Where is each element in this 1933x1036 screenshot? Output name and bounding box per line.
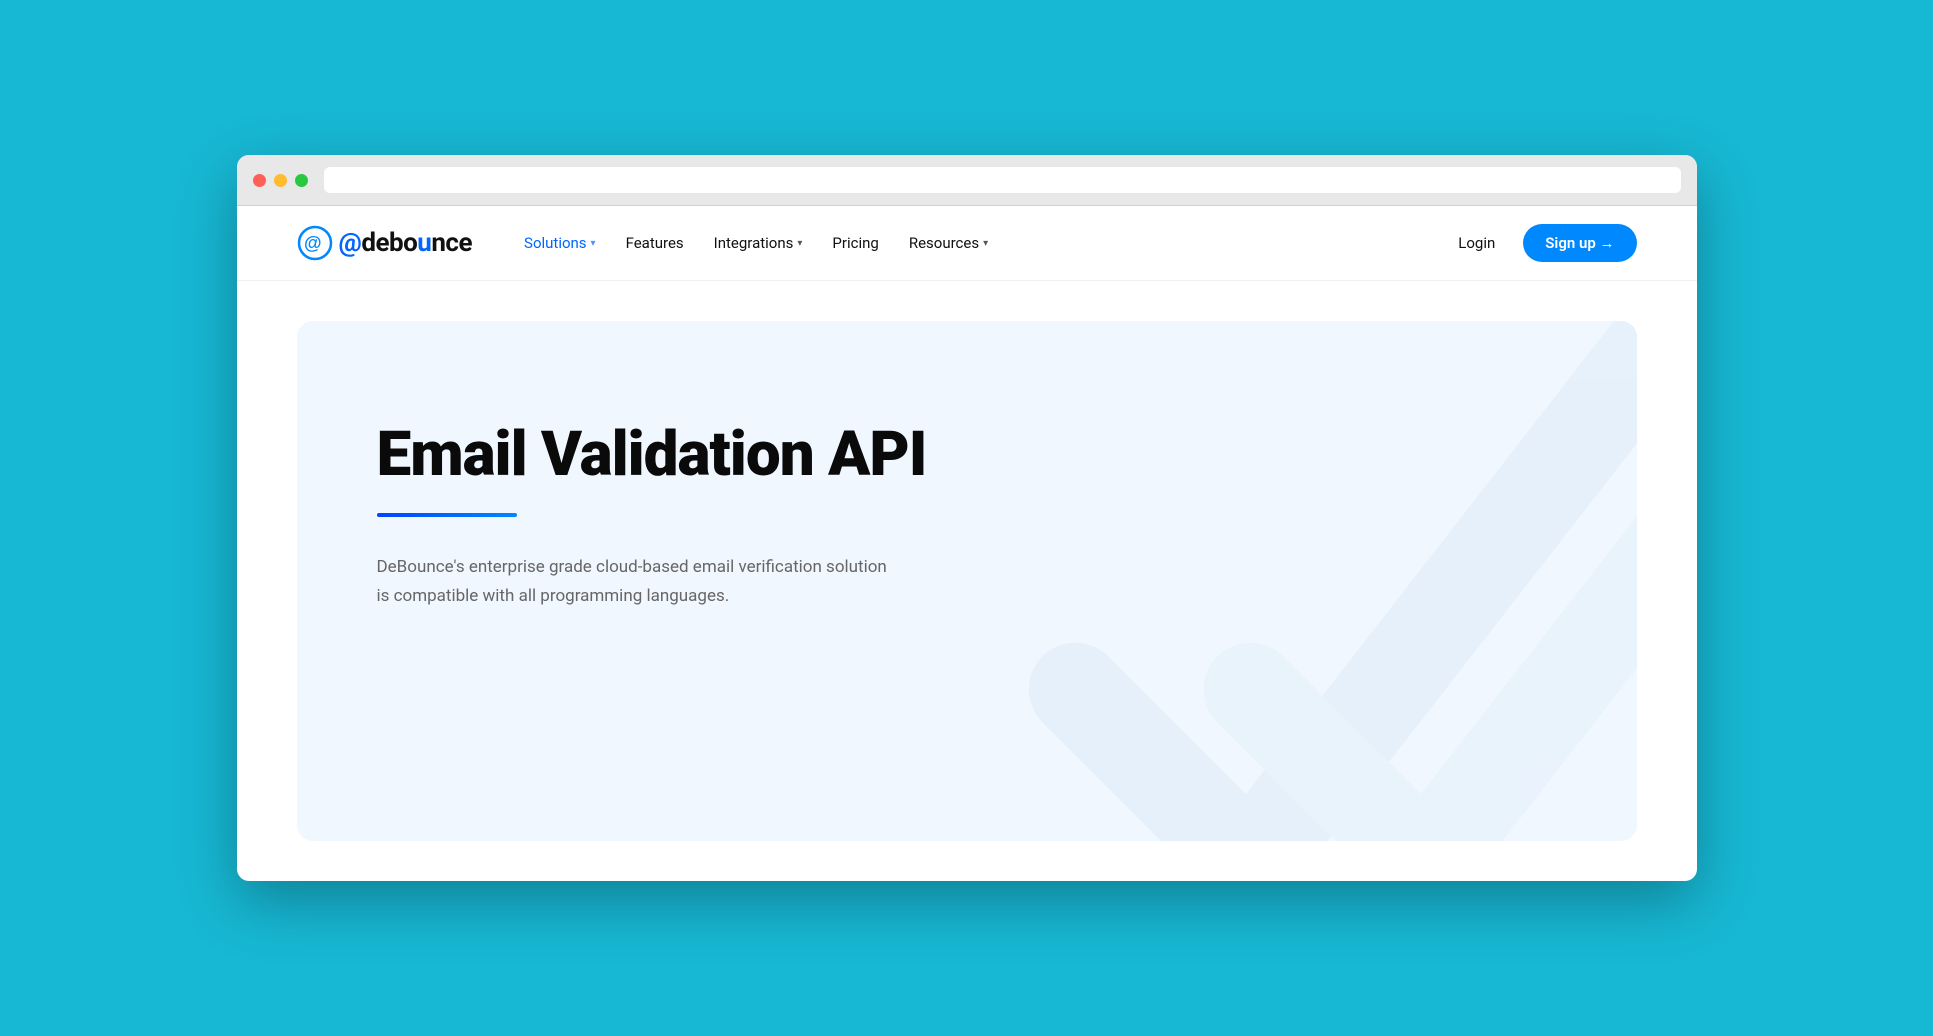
traffic-light-yellow[interactable]: [274, 174, 287, 187]
resources-chevron-icon: ▾: [983, 238, 988, 249]
hero-bg-checkmark-icon: [1017, 321, 1637, 841]
hero-underline-decoration: [377, 513, 517, 517]
hero-content: Email Validation API DeBounce's enterpri…: [377, 421, 977, 611]
navbar-right: Login Sign up →: [1446, 224, 1636, 262]
nav-item-resources[interactable]: Resources ▾: [897, 226, 1000, 260]
nav-item-features[interactable]: Features: [614, 226, 696, 260]
browser-chrome: [237, 155, 1697, 206]
address-bar[interactable]: [324, 167, 1681, 193]
browser-window: @ @debounce Solutions ▾ Features Integra…: [237, 155, 1697, 881]
navbar-left: @ @debounce Solutions ▾ Features Integra…: [297, 225, 1001, 261]
logo-text: @debounce: [339, 228, 473, 258]
nav-menu: Solutions ▾ Features Integrations ▾ Pric…: [512, 226, 1000, 260]
hero-description: DeBounce's enterprise grade cloud-based …: [377, 553, 897, 611]
traffic-light-red[interactable]: [253, 174, 266, 187]
logo-icon: @: [297, 225, 333, 261]
integrations-chevron-icon: ▾: [797, 238, 802, 249]
login-button[interactable]: Login: [1446, 226, 1507, 260]
solutions-chevron-icon: ▾: [591, 238, 596, 249]
nav-item-integrations[interactable]: Integrations ▾: [702, 226, 815, 260]
logo[interactable]: @ @debounce: [297, 225, 473, 261]
nav-item-pricing[interactable]: Pricing: [820, 226, 890, 260]
navbar: @ @debounce Solutions ▾ Features Integra…: [237, 206, 1697, 281]
signup-button[interactable]: Sign up →: [1523, 224, 1636, 262]
hero-section: Email Validation API DeBounce's enterpri…: [297, 321, 1637, 841]
traffic-light-green[interactable]: [295, 174, 308, 187]
hero-title: Email Validation API: [377, 421, 977, 489]
nav-item-solutions[interactable]: Solutions ▾: [512, 226, 608, 260]
svg-text:@: @: [304, 233, 322, 253]
